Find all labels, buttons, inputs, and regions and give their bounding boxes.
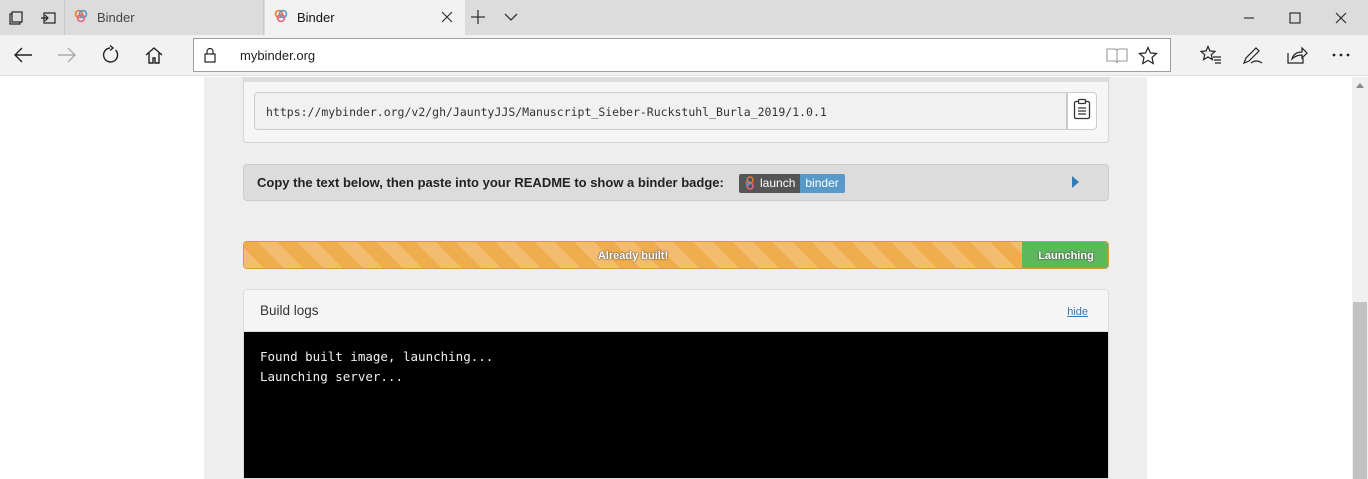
address-bar[interactable]: mybinder.org	[193, 38, 1171, 72]
tab-binder-1[interactable]: Binder	[64, 0, 264, 35]
badge-toggle-bar[interactable]: Copy the text below, then paste into you…	[243, 164, 1109, 201]
log-terminal[interactable]: Found built image, launching... Launchin…	[244, 332, 1108, 478]
badge-prompt-text: Copy the text below, then paste into you…	[257, 175, 724, 190]
page-viewport: https://mybinder.org/v2/gh/JauntyJJS/Man…	[0, 77, 1352, 479]
reading-view-icon[interactable]	[1106, 47, 1128, 70]
tab-bar: Binder Binder	[0, 0, 1368, 35]
share-icon[interactable]	[1282, 40, 1312, 70]
badge-left-label: launch	[760, 176, 796, 190]
more-options-icon[interactable]	[1326, 40, 1356, 70]
hide-logs-link[interactable]: hide	[1067, 306, 1088, 318]
launch-binder-badge: launch binder	[739, 174, 845, 193]
forward-icon[interactable]	[52, 40, 82, 70]
refresh-icon[interactable]	[95, 40, 125, 70]
tab-actions-icon[interactable]	[0, 0, 32, 35]
pen-icon[interactable]	[1238, 40, 1268, 70]
expand-caret-icon[interactable]	[1072, 176, 1079, 188]
progress-launching-label: Launching	[1038, 250, 1094, 262]
new-tab-icon[interactable]	[470, 9, 486, 30]
binder-panel: https://mybinder.org/v2/gh/JauntyJJS/Man…	[204, 77, 1147, 479]
build-logs-panel: Build logs hide Found built image, launc…	[243, 289, 1109, 479]
badge-left: launch	[739, 174, 801, 193]
chevron-down-icon[interactable]	[503, 10, 519, 29]
close-window-icon[interactable]	[1318, 0, 1364, 35]
binder-logo-icon	[744, 176, 756, 193]
address-text[interactable]: mybinder.org	[240, 48, 315, 63]
navigation-bar: mybinder.org	[0, 35, 1368, 76]
launch-progress-bar: Already built! Launching	[243, 241, 1109, 269]
close-tab-icon[interactable]	[439, 9, 455, 25]
favorite-star-icon[interactable]	[1138, 46, 1158, 71]
vertical-scrollbar[interactable]	[1352, 77, 1368, 479]
build-logs-header: Build logs hide	[244, 290, 1108, 332]
tab-label: Binder	[297, 10, 335, 25]
clipboard-icon	[1073, 98, 1091, 125]
binder-favicon-icon	[74, 9, 88, 26]
card-top-border	[244, 77, 1108, 82]
scroll-up-arrow-icon[interactable]	[1356, 83, 1364, 88]
binder-favicon-icon	[274, 9, 288, 26]
favorites-hub-icon[interactable]	[1196, 40, 1226, 70]
maximize-icon[interactable]	[1272, 0, 1318, 35]
tab-binder-2[interactable]: Binder	[265, 0, 465, 35]
badge-right-label: binder	[800, 174, 845, 193]
build-logs-title: Build logs	[260, 303, 319, 318]
back-icon[interactable]	[8, 40, 38, 70]
progress-built-segment: Already built!	[244, 242, 1022, 268]
launch-url-field[interactable]: https://mybinder.org/v2/gh/JauntyJJS/Man…	[254, 92, 1067, 130]
tab-label: Binder	[97, 10, 135, 25]
lock-icon[interactable]	[203, 47, 217, 68]
set-tabs-aside-icon[interactable]	[32, 0, 64, 35]
minimize-icon[interactable]	[1226, 0, 1272, 35]
launch-url-card: https://mybinder.org/v2/gh/JauntyJJS/Man…	[243, 77, 1109, 143]
copy-url-button[interactable]	[1067, 92, 1097, 130]
progress-launching-segment: Launching	[1022, 242, 1108, 268]
log-line: Found built image, launching...	[260, 349, 494, 364]
home-icon[interactable]	[139, 40, 169, 70]
scrollbar-thumb[interactable]	[1353, 302, 1367, 479]
log-line: Launching server...	[260, 369, 403, 384]
progress-built-label: Already built!	[597, 250, 669, 262]
